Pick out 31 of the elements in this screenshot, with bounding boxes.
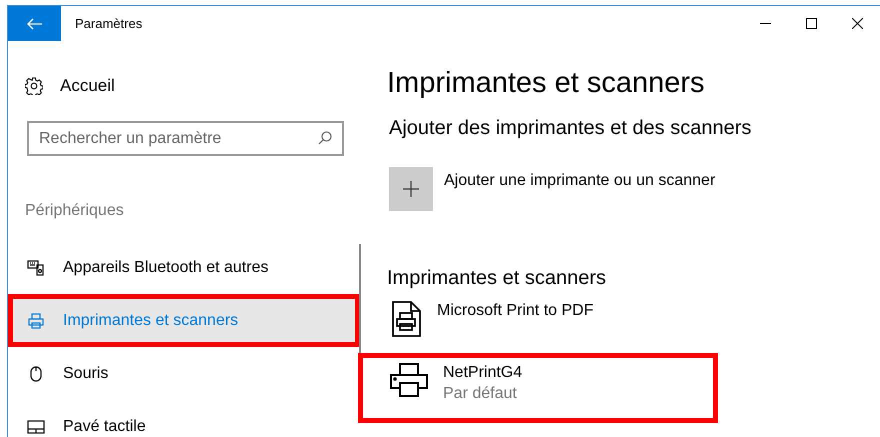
section-heading: Périphériques bbox=[25, 201, 124, 221]
back-button[interactable] bbox=[8, 6, 61, 41]
printer-name: Microsoft Print to PDF bbox=[437, 301, 594, 321]
nav-item[interactable]: Souris bbox=[8, 347, 360, 400]
back-arrow-icon bbox=[26, 18, 42, 30]
nav-item[interactable]: Imprimantes et scanners bbox=[8, 294, 360, 347]
printer-item[interactable]: Microsoft Print to PDF bbox=[387, 301, 880, 353]
search-field[interactable]: Rechercher un paramètre bbox=[27, 121, 344, 156]
page-title: Imprimantes et scanners bbox=[387, 66, 705, 101]
nav-item[interactable]: Pavé tactile bbox=[8, 400, 360, 437]
search-icon bbox=[318, 131, 332, 145]
gear-icon bbox=[25, 77, 43, 95]
printer-name: NetPrintG4 bbox=[443, 363, 522, 383]
section-heading: Ajouter des imprimantes et des scanners bbox=[389, 116, 752, 141]
close-icon bbox=[852, 18, 862, 29]
section-heading: Imprimantes et scanners bbox=[387, 266, 606, 291]
plus-icon bbox=[403, 181, 419, 197]
touchpad-icon bbox=[27, 418, 45, 436]
printer-status: Par défaut bbox=[443, 384, 518, 404]
add-printer-link[interactable]: Ajouter une imprimante ou un scanner bbox=[444, 169, 716, 193]
keyboard-speaker-icon bbox=[27, 258, 45, 276]
printer-icon bbox=[27, 312, 45, 330]
window-title: Paramètres bbox=[75, 14, 142, 33]
add-button[interactable] bbox=[389, 167, 433, 211]
printer-item[interactable]: NetPrintG4 Par défaut bbox=[358, 353, 718, 423]
maximize-icon bbox=[806, 18, 816, 29]
printer-icon bbox=[390, 363, 428, 397]
document-printer-icon bbox=[392, 301, 422, 337]
home-link[interactable]: Accueil bbox=[60, 73, 115, 99]
minimize-icon bbox=[760, 23, 770, 24]
nav-item[interactable]: Appareils Bluetooth et autres bbox=[8, 241, 360, 294]
